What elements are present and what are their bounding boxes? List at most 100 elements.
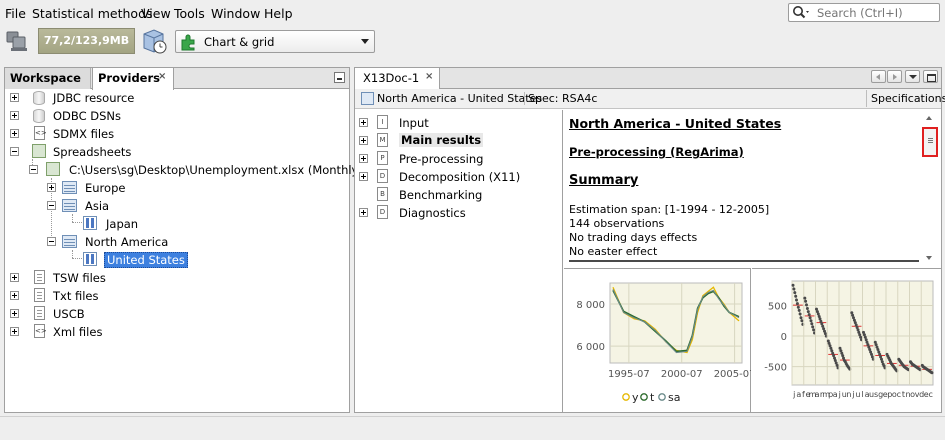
close-icon[interactable]: × — [425, 71, 433, 82]
series-chart: 8 000 6 000 1995-07 2000-07 2005-07 ytsa — [564, 268, 755, 412]
menu-view[interactable]: View — [141, 6, 171, 21]
data-point — [797, 308, 801, 312]
close-icon[interactable]: × — [158, 71, 166, 82]
x-tick-label: u — [855, 390, 860, 399]
summary-line: No easter effect — [569, 245, 658, 258]
tab-x13doc[interactable]: X13Doc-1 × — [355, 68, 440, 90]
menu-statistical-methods[interactable]: Statistical methods — [32, 6, 153, 21]
garbage-collect-icon[interactable] — [140, 28, 168, 55]
expand-icon[interactable] — [10, 129, 19, 138]
minimize-icon[interactable] — [334, 72, 345, 83]
minimize-icon[interactable] — [923, 70, 938, 83]
search-box[interactable] — [788, 3, 940, 22]
scroll-down-icon[interactable] — [926, 256, 932, 260]
search-input[interactable] — [817, 5, 937, 20]
spreadsheet-icon — [32, 144, 46, 158]
tab-providers-label: Providers — [98, 71, 160, 85]
nav-label: Diagnostics — [399, 206, 466, 220]
xml-file-icon: <> — [34, 126, 47, 140]
memory-indicator[interactable]: 77,2/123,9MB — [38, 28, 135, 54]
divider — [569, 260, 919, 262]
x-tick-label: a — [815, 390, 820, 399]
menu-file[interactable]: File — [5, 6, 26, 21]
x-tick-label: j — [792, 390, 795, 399]
x-tick-label: 1995-07 — [608, 369, 650, 380]
computer-icon[interactable] — [4, 28, 30, 54]
expand-icon[interactable] — [10, 327, 19, 336]
tree-label: North America — [85, 235, 169, 249]
nav-label: Input — [399, 116, 429, 130]
expand-icon[interactable] — [10, 273, 19, 282]
tree-connector — [72, 258, 82, 259]
collapse-icon[interactable] — [47, 201, 56, 210]
status-bar — [0, 416, 945, 440]
scroll-up-icon[interactable] — [926, 116, 932, 120]
summary-line: No trading days effects — [569, 231, 698, 244]
main-results-view: North America - United States Pre-proces… — [564, 110, 930, 266]
y-tick-label: 8 000 — [576, 300, 605, 311]
view-mode-dropdown[interactable]: Chart & grid — [175, 30, 375, 53]
series-icon — [361, 92, 374, 105]
series-icon — [83, 252, 97, 266]
tree-connector — [72, 222, 82, 223]
y-tick-label: 6 000 — [576, 342, 605, 353]
document-icon: I — [377, 115, 388, 129]
legend-label: t — [650, 391, 655, 404]
x-tick-label: n — [846, 390, 851, 399]
data-point — [799, 316, 803, 320]
data-point — [812, 328, 816, 332]
expand-icon[interactable] — [359, 136, 368, 145]
document-list-icon[interactable] — [905, 70, 920, 83]
expand-icon[interactable] — [47, 183, 56, 192]
expand-icon[interactable] — [10, 309, 19, 318]
tree-label: Xml files — [53, 325, 103, 339]
chevron-down-icon — [361, 39, 369, 44]
specifications-button[interactable]: Specifications — [866, 90, 945, 107]
nav-label: Pre-processing — [399, 152, 484, 166]
scrollbar-thumb[interactable] — [922, 127, 938, 157]
menu-tools[interactable]: Tools — [174, 6, 205, 21]
data-point — [930, 371, 934, 375]
tab-x13doc-label: X13Doc-1 — [363, 71, 420, 85]
data-point — [810, 322, 814, 326]
table-icon — [62, 181, 77, 194]
data-point — [791, 283, 795, 287]
collapse-icon[interactable] — [47, 237, 56, 246]
data-point — [794, 294, 798, 298]
x-tick-label: a — [796, 390, 801, 399]
menu-help[interactable]: Help — [264, 6, 293, 21]
expand-icon[interactable] — [10, 111, 19, 120]
y-tick-label: 0 — [781, 332, 787, 343]
expand-icon[interactable] — [359, 172, 368, 181]
x-tick-label: l — [861, 390, 863, 399]
results-scrollbar[interactable] — [920, 110, 940, 266]
menu-window[interactable]: Window — [211, 6, 260, 21]
x-tick-label: j — [851, 390, 854, 399]
expand-icon[interactable] — [359, 118, 368, 127]
tree-label: United States — [104, 252, 188, 268]
y-tick-label: 500 — [768, 301, 787, 312]
tab-providers[interactable]: Providers × — [92, 68, 174, 90]
tree-label: C:\Users\sg\Desktop\Unemployment.xlsx (M… — [69, 163, 391, 177]
preprocessing-link[interactable]: Pre-processing (RegArima) — [569, 145, 744, 159]
document-icon: D — [377, 205, 388, 219]
collapse-icon[interactable] — [29, 165, 38, 174]
table-icon — [62, 235, 77, 248]
collapse-icon[interactable] — [10, 147, 19, 156]
tab-workspace[interactable]: Workspace — [5, 68, 91, 89]
database-icon — [33, 109, 45, 123]
data-point — [806, 310, 810, 314]
tree-label: Japan — [106, 217, 139, 231]
scroll-left-icon[interactable] — [871, 70, 886, 83]
table-icon — [62, 199, 77, 212]
x-tick-label: c — [929, 390, 933, 399]
legend-label: y — [632, 391, 639, 404]
data-point — [798, 312, 802, 316]
expand-icon[interactable] — [359, 208, 368, 217]
document-icon: P — [377, 151, 388, 165]
expand-icon[interactable] — [10, 93, 19, 102]
scroll-right-icon[interactable] — [887, 70, 902, 83]
expand-icon[interactable] — [359, 154, 368, 163]
spreadsheet-icon — [46, 162, 60, 176]
expand-icon[interactable] — [10, 291, 19, 300]
